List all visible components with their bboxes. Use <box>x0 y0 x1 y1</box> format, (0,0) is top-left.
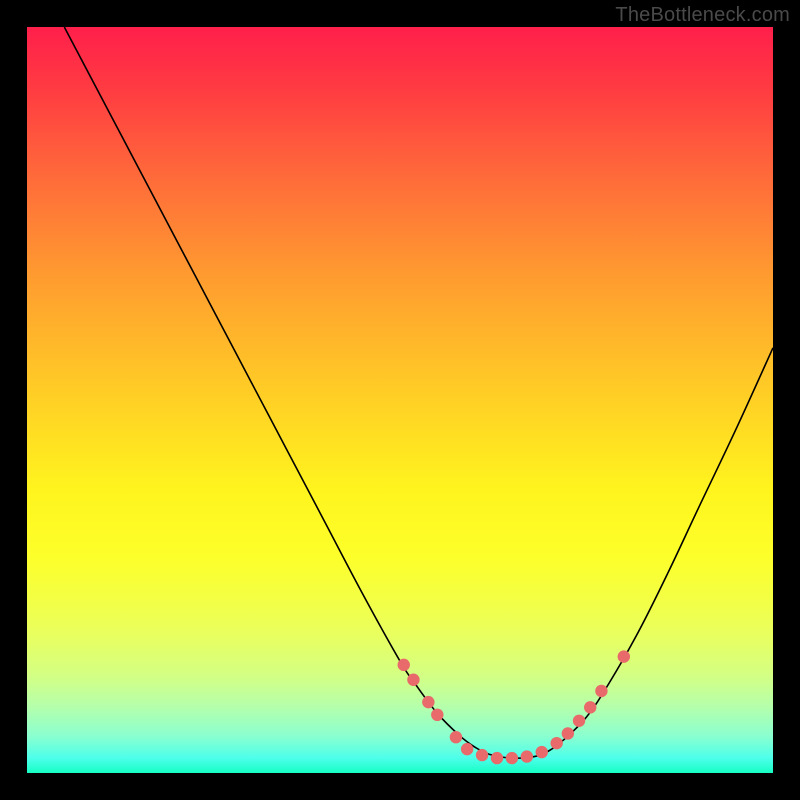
stage: TheBottleneck.com <box>0 0 800 800</box>
curve-marker-dot <box>550 737 562 749</box>
curve-marker-dot <box>562 727 574 739</box>
curve-marker-dot <box>521 750 533 762</box>
curve-marker-dot <box>422 696 434 708</box>
curve-marker-dot <box>573 715 585 727</box>
watermark-text: TheBottleneck.com <box>615 4 790 27</box>
curve-marker-dot <box>476 749 488 761</box>
curve-marker-dot <box>461 743 473 755</box>
curve-marker-dot <box>491 752 503 764</box>
curve-marker-dot <box>450 731 462 743</box>
curve-marker-dot <box>618 650 630 662</box>
curve-marker-dot <box>584 701 596 713</box>
bottleneck-curve <box>64 27 773 758</box>
curve-marker-dot <box>506 752 518 764</box>
curve-marker-dot <box>595 685 607 697</box>
curve-marker-dot <box>398 659 410 671</box>
curve-marker-dot <box>407 674 419 686</box>
curve-marker-dot <box>431 709 443 721</box>
curve-marker-dot <box>536 746 548 758</box>
chart-plot-area <box>27 27 773 773</box>
chart-svg <box>27 27 773 773</box>
